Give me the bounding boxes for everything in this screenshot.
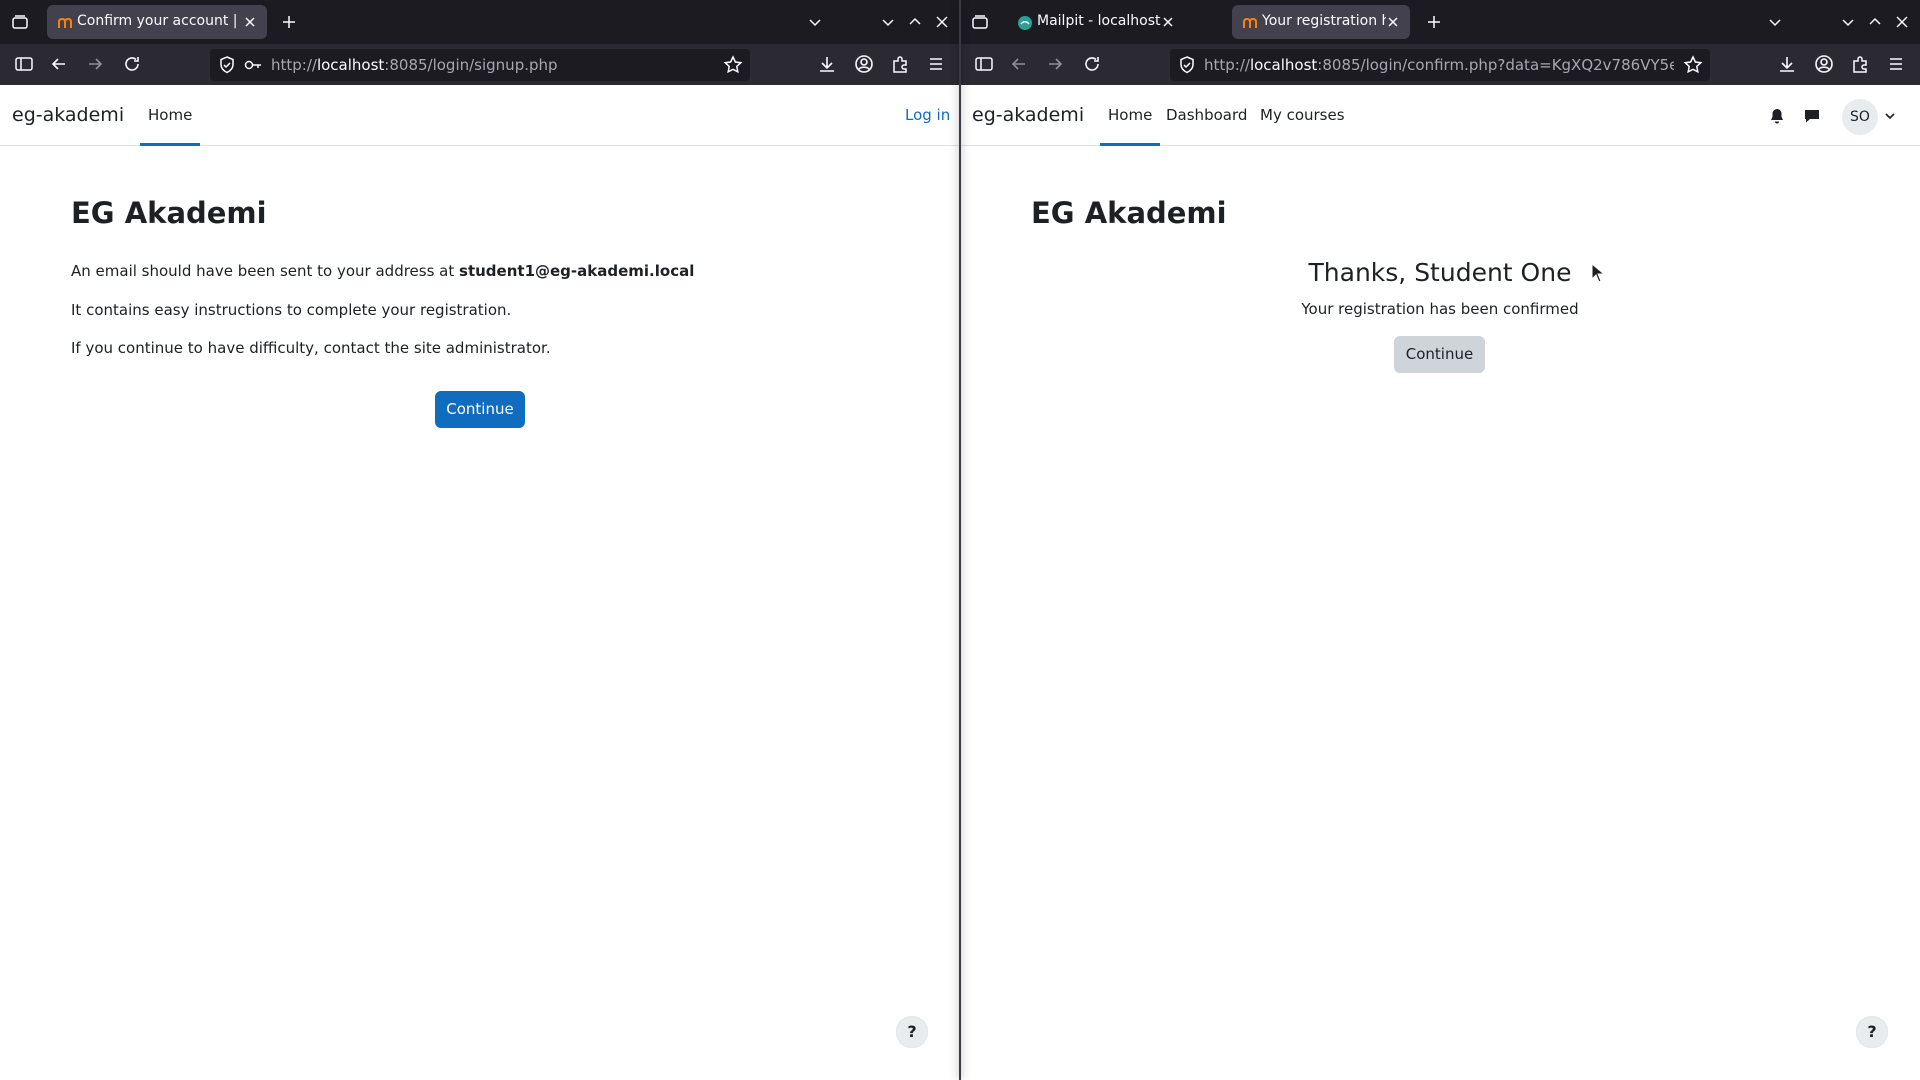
chevron-down-icon[interactable] [1883,107,1897,125]
page-title: EG Akademi [1031,196,1227,230]
tab-title: Mailpit - localhost [1037,13,1161,29]
url-text: http://localhost:8085/login/confirm.php?… [1204,56,1674,74]
url-bar[interactable]: http://localhost:8085/login/signup.php [210,49,750,81]
moodle-favicon-icon [1242,15,1258,31]
continue-button[interactable]: Continue [435,391,525,428]
maximize-icon[interactable] [903,10,927,34]
tab-strip: Mailpit - localhost Your registration ha… [960,0,1920,44]
page-title: EG Akademi [71,196,267,230]
confirmation-message: Your registration has been confirmed [1301,300,1579,318]
site-header: eg-akademi Home Dashboard My courses SO [960,85,1920,146]
continue-button[interactable]: Continue [1394,336,1485,373]
user-avatar[interactable]: SO [1842,99,1878,135]
maximize-icon[interactable] [1863,10,1887,34]
sidebar-icon[interactable] [973,53,995,75]
back-icon[interactable] [1008,53,1030,75]
site-brand[interactable]: eg-akademi [972,104,1084,126]
extensions-icon[interactable] [889,53,911,75]
login-link[interactable]: Log in [905,106,950,124]
star-icon[interactable] [722,54,744,76]
new-tab-icon[interactable] [277,10,301,34]
account-icon[interactable] [1813,53,1835,75]
nav-toolbar: http://localhost:8085/login/signup.php [0,44,959,85]
bell-icon[interactable] [1768,107,1786,125]
window-divider [959,0,961,1080]
nav-home[interactable]: Home [140,106,201,146]
nav-dashboard[interactable]: Dashboard [1166,106,1247,124]
chevron-down-icon[interactable] [803,10,827,34]
chevron-down-icon[interactable] [1763,10,1787,34]
key-icon[interactable] [242,54,264,76]
tab-mailpit[interactable]: Mailpit - localhost [1007,5,1185,39]
list-all-tabs-icon[interactable] [968,10,992,34]
menu-icon[interactable] [925,53,947,75]
tab-registration-confirmed[interactable]: Your registration has been [1232,5,1410,39]
tab-title: Confirm your account | eg [77,13,242,29]
email-sent-message: An email should have been sent to your a… [71,262,695,280]
tab-strip: Confirm your account | eg [0,0,959,44]
email-address: student1@eg-akademi.local [459,262,695,280]
shield-icon[interactable] [216,54,238,76]
instructions-message: It contains easy instructions to complet… [71,301,512,319]
moodle-favicon-icon [57,15,73,31]
back-icon[interactable] [48,53,70,75]
nav-toolbar: http://localhost:8085/login/confirm.php?… [960,44,1920,85]
tab-close-icon[interactable] [1384,13,1402,31]
site-header: eg-akademi Home Log in [0,85,959,146]
left-browser-window: Confirm your account | eg http://localho… [0,0,959,1080]
chat-icon[interactable] [1803,107,1821,125]
new-tab-icon[interactable] [1422,10,1446,34]
nav-my-courses[interactable]: My courses [1260,106,1345,124]
thanks-heading: Thanks, Student One [1308,258,1572,287]
nav-home[interactable]: Home [1100,106,1161,146]
forward-icon[interactable] [84,53,106,75]
minimize-icon[interactable] [1836,10,1860,34]
window-close-icon[interactable] [930,10,954,34]
url-text: http://localhost:8085/login/signup.php [271,56,558,74]
help-button[interactable]: ? [1856,1016,1888,1048]
right-browser-window: Mailpit - localhost Your registration ha… [960,0,1920,1080]
download-icon[interactable] [816,53,838,75]
difficulty-message: If you continue to have difficulty, cont… [71,339,551,357]
mailpit-favicon-icon [1017,15,1033,31]
window-close-icon[interactable] [1890,10,1914,34]
reload-icon[interactable] [1081,53,1103,75]
star-icon[interactable] [1682,54,1704,76]
account-icon[interactable] [853,53,875,75]
tab-close-icon[interactable] [241,13,259,31]
url-bar[interactable]: http://localhost:8085/login/confirm.php?… [1170,49,1710,81]
shield-icon[interactable] [1176,54,1198,76]
download-icon[interactable] [1776,53,1798,75]
tab-confirm-account[interactable]: Confirm your account | eg [47,5,267,39]
tab-close-icon[interactable] [1159,13,1177,31]
forward-icon[interactable] [1044,53,1066,75]
menu-icon[interactable] [1885,53,1907,75]
tab-title: Your registration has been [1262,13,1386,29]
list-all-tabs-icon[interactable] [8,10,32,34]
reload-icon[interactable] [121,53,143,75]
help-button[interactable]: ? [896,1016,928,1048]
extensions-icon[interactable] [1849,53,1871,75]
sidebar-icon[interactable] [13,53,35,75]
minimize-icon[interactable] [876,10,900,34]
site-brand[interactable]: eg-akademi [12,104,124,126]
mouse-cursor-icon [1591,263,1605,283]
